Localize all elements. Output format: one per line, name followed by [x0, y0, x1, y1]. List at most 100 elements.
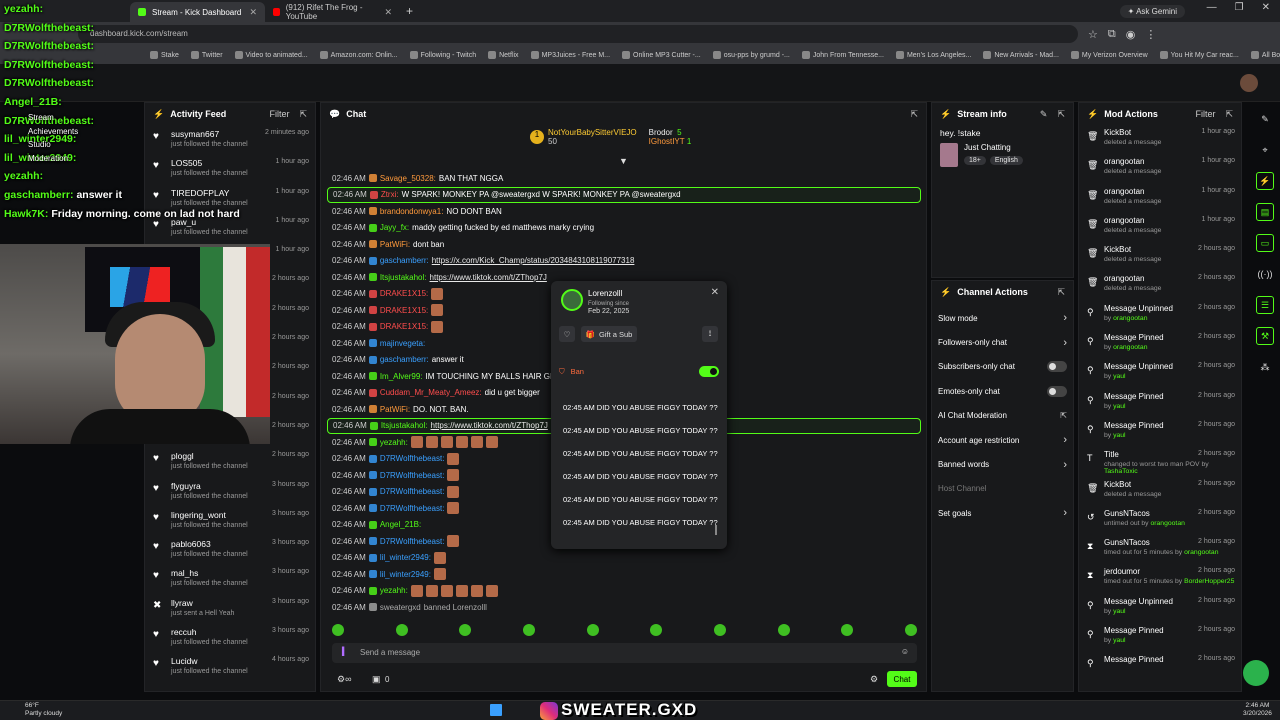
channel-action-account-age-restriction[interactable]: Account age restriction ›	[932, 428, 1073, 452]
ask-gemini-button[interactable]: ✦ Ask Gemini	[1119, 5, 1185, 18]
taskbar-clock[interactable]: 2:46 AM 3/20/2026	[1243, 702, 1272, 718]
bookmark-item[interactable]: Men's Los Angeles...	[895, 51, 971, 59]
message-username[interactable]: Savage_50328:	[380, 174, 436, 183]
mod-action-actor[interactable]: TashaToxic	[1104, 468, 1138, 475]
tab-kick-dashboard[interactable]: Stream - Kick Dashboard ✕	[130, 2, 265, 22]
channel-action-set-goals[interactable]: Set goals ›	[932, 501, 1073, 525]
popout-icon[interactable]: ⇱	[299, 109, 307, 120]
follow-heart-button[interactable]: ♡	[559, 326, 575, 342]
maximize-icon[interactable]: ❐	[1235, 2, 1244, 13]
collapse-chevron-icon[interactable]: ▼	[619, 156, 628, 166]
message-username[interactable]: yezahh:	[380, 438, 408, 447]
weather-widget[interactable]: 66°F Partly cloudy	[25, 702, 62, 718]
channel-action-subscribers-only-chat[interactable]: Subscribers-only chat	[932, 355, 1073, 379]
bookmark-item[interactable]: New Arrivals - Mad...	[983, 51, 1059, 59]
message-username[interactable]: Im_Alver99:	[380, 372, 423, 381]
emote-icon[interactable]	[332, 624, 344, 636]
emote-icon[interactable]	[777, 624, 790, 636]
channel-action-emotes-only-chat[interactable]: Emotes-only chat	[932, 379, 1073, 403]
close-icon[interactable]: ✕	[711, 287, 719, 298]
bookmark-item[interactable]: MP3Juices - Free M...	[530, 51, 610, 59]
message-username[interactable]: Itsjustakahol:	[380, 273, 427, 282]
history-scrollbar[interactable]	[715, 525, 717, 535]
gifter-1[interactable]: 1 NotYourBabySitterVIEJO 50	[530, 128, 637, 146]
message-username[interactable]: D7RWolfthebeast:	[380, 471, 445, 480]
message-username[interactable]: D7RWolfthebeast:	[380, 537, 445, 546]
mod-action-actor[interactable]: yaul	[1113, 608, 1125, 615]
mod-action-actor[interactable]: orangootan	[1113, 344, 1147, 351]
user-card-more-button[interactable]: ⟟	[702, 326, 718, 342]
bookmark-item[interactable]: John From Tennesse...	[801, 51, 884, 59]
document-tool-icon[interactable]: ▤	[1256, 203, 1274, 221]
pencil-icon[interactable]: ✎	[1256, 110, 1274, 128]
profile-icon[interactable]: ◉	[1126, 28, 1136, 41]
chat-input[interactable]: Send a message ☺ ▍	[332, 643, 917, 663]
bookmark-item[interactable]: Online MP3 Cutter -...	[622, 51, 701, 59]
target-icon[interactable]: ⌖	[1256, 141, 1274, 159]
bookmark-item[interactable]: Following - Twitch	[409, 51, 476, 59]
bookmark-star-icon[interactable]: ☆	[1088, 28, 1098, 41]
bookmark-item[interactable]: Amazon.com: Onlin...	[319, 51, 398, 59]
gifter-2[interactable]: Brodor 5 IGhostIYT 1	[649, 128, 692, 146]
message-username[interactable]: sweatergxd	[380, 603, 421, 612]
new-tab-icon[interactable]: +	[406, 4, 413, 18]
chat-gear-icon[interactable]: ⚙	[870, 674, 878, 685]
wrench-tool-icon[interactable]: ⚒	[1256, 327, 1274, 345]
popout-icon[interactable]: ⇱	[1057, 109, 1065, 120]
emote-icon[interactable]	[904, 624, 917, 636]
external-link-icon[interactable]: ⇱	[1060, 411, 1067, 420]
feed-filter-button[interactable]: Filter	[269, 109, 289, 120]
chat-settings-icon[interactable]: ⚙∞	[337, 674, 351, 685]
popout-icon[interactable]: ⇱	[910, 109, 918, 120]
emote-icon[interactable]	[650, 624, 663, 636]
message-username[interactable]: lil_winter2949:	[380, 570, 431, 579]
close-tab-icon[interactable]: ✕	[249, 7, 257, 18]
mod-action-actor[interactable]: yaul	[1113, 637, 1125, 644]
tab-youtube[interactable]: (912) Rifet The Frog - YouTube ✕	[265, 2, 400, 22]
popout-icon[interactable]: ⇱	[1225, 109, 1233, 120]
channel-action-ai-chat-moderation[interactable]: AI Chat Moderation ⇱	[932, 404, 1073, 428]
bookmark-item[interactable]: Twitter	[190, 51, 223, 59]
support-chat-button[interactable]	[1243, 660, 1269, 686]
toggle-switch[interactable]	[1047, 385, 1067, 397]
message-username[interactable]: gaschamberr:	[380, 355, 429, 364]
message-username[interactable]: PatWiFi:	[380, 240, 410, 249]
message-username[interactable]: Itsjustakahol:	[381, 421, 428, 430]
sidebar-menu-item[interactable]: Studio	[28, 140, 51, 149]
sidebar-menu-item[interactable]: Moderation	[28, 154, 68, 163]
emote-icon[interactable]	[395, 624, 408, 636]
bookmark-item[interactable]: Stake	[150, 51, 179, 59]
popout-icon[interactable]: ⇱	[1057, 287, 1065, 298]
channel-action-followers-only-chat[interactable]: Followers-only chat ›	[932, 330, 1073, 354]
bookmark-item[interactable]: You Hit My Car reac...	[1159, 51, 1239, 59]
message-username[interactable]: DRAKE1X15:	[380, 289, 428, 298]
emote-icon[interactable]	[586, 624, 599, 636]
mod-action-actor[interactable]: yaul	[1113, 373, 1125, 380]
message-link[interactable]: https://www.tiktok.com/t/ZThop7J	[430, 273, 547, 282]
message-username[interactable]: yezahh:	[380, 586, 408, 595]
channel-action-slow-mode[interactable]: Slow mode ›	[932, 306, 1073, 330]
message-username[interactable]: lil_winter2949:	[380, 553, 431, 562]
sidebar-menu-item[interactable]: Stream	[28, 113, 54, 122]
mod-action-actor[interactable]: yaul	[1113, 403, 1125, 410]
send-chat-button[interactable]: Chat	[887, 671, 917, 687]
mod-action-actor[interactable]: orangootan	[1150, 520, 1184, 527]
message-username[interactable]: Jayy_fx:	[380, 223, 409, 232]
message-username[interactable]: PatWiFi:	[380, 405, 410, 414]
bookmark-item[interactable]: My Verizon Overview	[1070, 51, 1148, 59]
mod-action-actor[interactable]: orangootan	[1113, 315, 1147, 322]
chat-tool-icon[interactable]: ▭	[1256, 234, 1274, 252]
message-username[interactable]: brandondonwya1:	[380, 207, 444, 216]
edit-pencil-icon[interactable]: ✎	[1040, 109, 1048, 120]
mod-action-actor[interactable]: yaul	[1113, 432, 1125, 439]
nodes-icon[interactable]: ⁂	[1256, 358, 1274, 376]
minimize-icon[interactable]: —	[1207, 2, 1217, 13]
bookmark-item[interactable]: osu-pps by grumd -...	[712, 51, 790, 59]
message-username[interactable]: DRAKE1X15:	[380, 322, 428, 331]
sidebar-menu-item[interactable]: Achievements	[28, 127, 78, 136]
server-tool-icon[interactable]: ☰	[1256, 296, 1274, 314]
toggle-switch[interactable]	[1047, 361, 1067, 373]
emote-icon[interactable]	[713, 624, 726, 636]
emote-icon[interactable]	[522, 624, 535, 636]
bookmark-item[interactable]: Video to animated...	[234, 51, 308, 59]
